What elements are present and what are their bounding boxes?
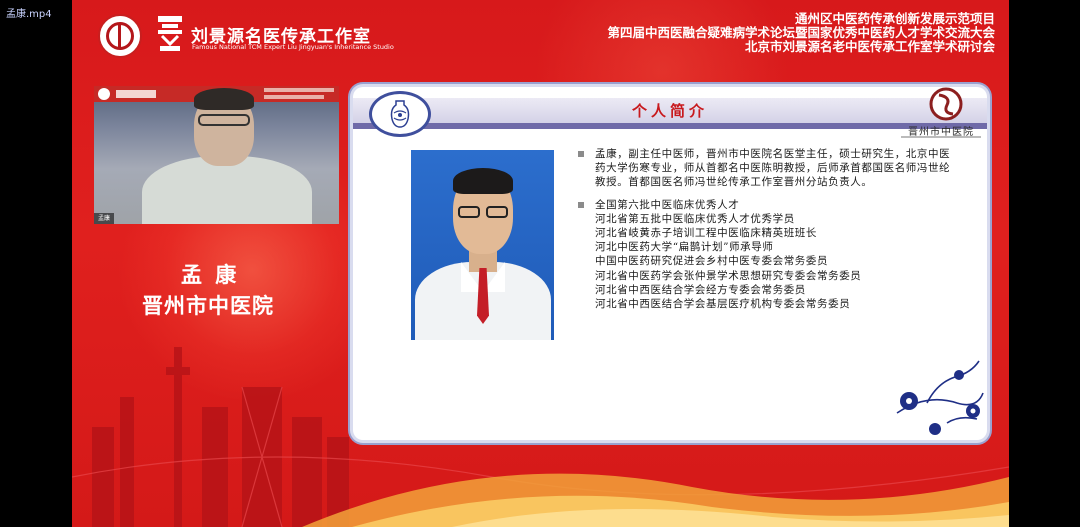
- vase-icon: [390, 100, 410, 128]
- webcam-name-tag: 孟康: [94, 213, 115, 224]
- speaker-name: 孟 康: [181, 263, 240, 287]
- event-title-line: 第四届中西医融合疑难病学术论坛暨国家优秀中医药人才学术交流大会: [607, 25, 995, 40]
- presentation-slide: 个人简介 晋州市中医院 孟康，副主任中医师，晋州市中医院名医堂主任，硕士研究生，…: [353, 87, 987, 440]
- file-name-label: 孟康.mp4: [6, 9, 52, 20]
- speaker-hospital: 晋州市中医院: [142, 294, 274, 318]
- honor-item: 中国中医药研究促进会乡村中医专委会常务委员: [595, 255, 829, 268]
- doctor-portrait: [411, 150, 554, 340]
- honor-item: 河北省第五批中医临床优秀人才优秀学员: [595, 212, 795, 225]
- glasses-icon: [198, 114, 250, 126]
- event-title-line: 通州区中医药传承创新发展示范项目: [794, 11, 995, 26]
- studio-subtitle: Famous National TCM Expert Liu Jingyuan'…: [192, 43, 394, 51]
- floral-ornament-icon: [896, 360, 984, 435]
- video-stage: 刘景源名医传承工作室 Famous National TCM Expert Li…: [72, 0, 1009, 527]
- honor-item: 河北省中医药学会张仲景学术思想研究专委会常务委员: [595, 269, 862, 282]
- honor-item: 全国第六批中医临床优秀人才: [595, 198, 740, 211]
- event-title-block: 通州区中医药传承创新发展示范项目 第四届中西医融合疑难病学术论坛暨国家优秀中医药…: [607, 12, 995, 54]
- event-title-line: 北京市刘景源名老中医传承工作室学术研讨会: [744, 39, 995, 54]
- honor-item: 河北中医药大学“扁鹊计划”师承导师: [595, 241, 774, 254]
- biography-text: 孟康，副主任中医师，晋州市中医院名医堂主任，硕士研究生，北京中医药大学伤寒专业，…: [578, 147, 958, 311]
- society-seal-icon: [98, 14, 142, 58]
- honors-list: 全国第六批中医临床优秀人才 河北省第五批中医临床优秀人才优秀学员 河北省岐黄赤子…: [578, 198, 958, 312]
- slide-title: 个人简介: [631, 102, 708, 120]
- honor-item: 河北省中西医结合学会经方专委会常务委员: [595, 283, 806, 296]
- bullet-icon: [578, 201, 584, 208]
- speaker-webcam-feed: 孟康: [94, 86, 339, 224]
- webcam-person-body: [142, 156, 312, 224]
- biography-intro: 孟康，副主任中医师，晋州市中医院名医堂主任，硕士研究生，北京中医药大学伤寒专业，…: [578, 147, 958, 190]
- honor-item: 河北省中西医结合学会基层医疗机构专委会常务委员: [595, 298, 851, 311]
- honor-item: 河北省岐黄赤子培训工程中医临床精英班班长: [595, 227, 817, 240]
- studio-logo-icon: [158, 16, 182, 51]
- glasses-icon: [456, 206, 510, 219]
- hospital-logo-icon: [929, 87, 963, 121]
- bullet-icon: [578, 151, 584, 157]
- porcelain-vase-badge: [369, 91, 431, 137]
